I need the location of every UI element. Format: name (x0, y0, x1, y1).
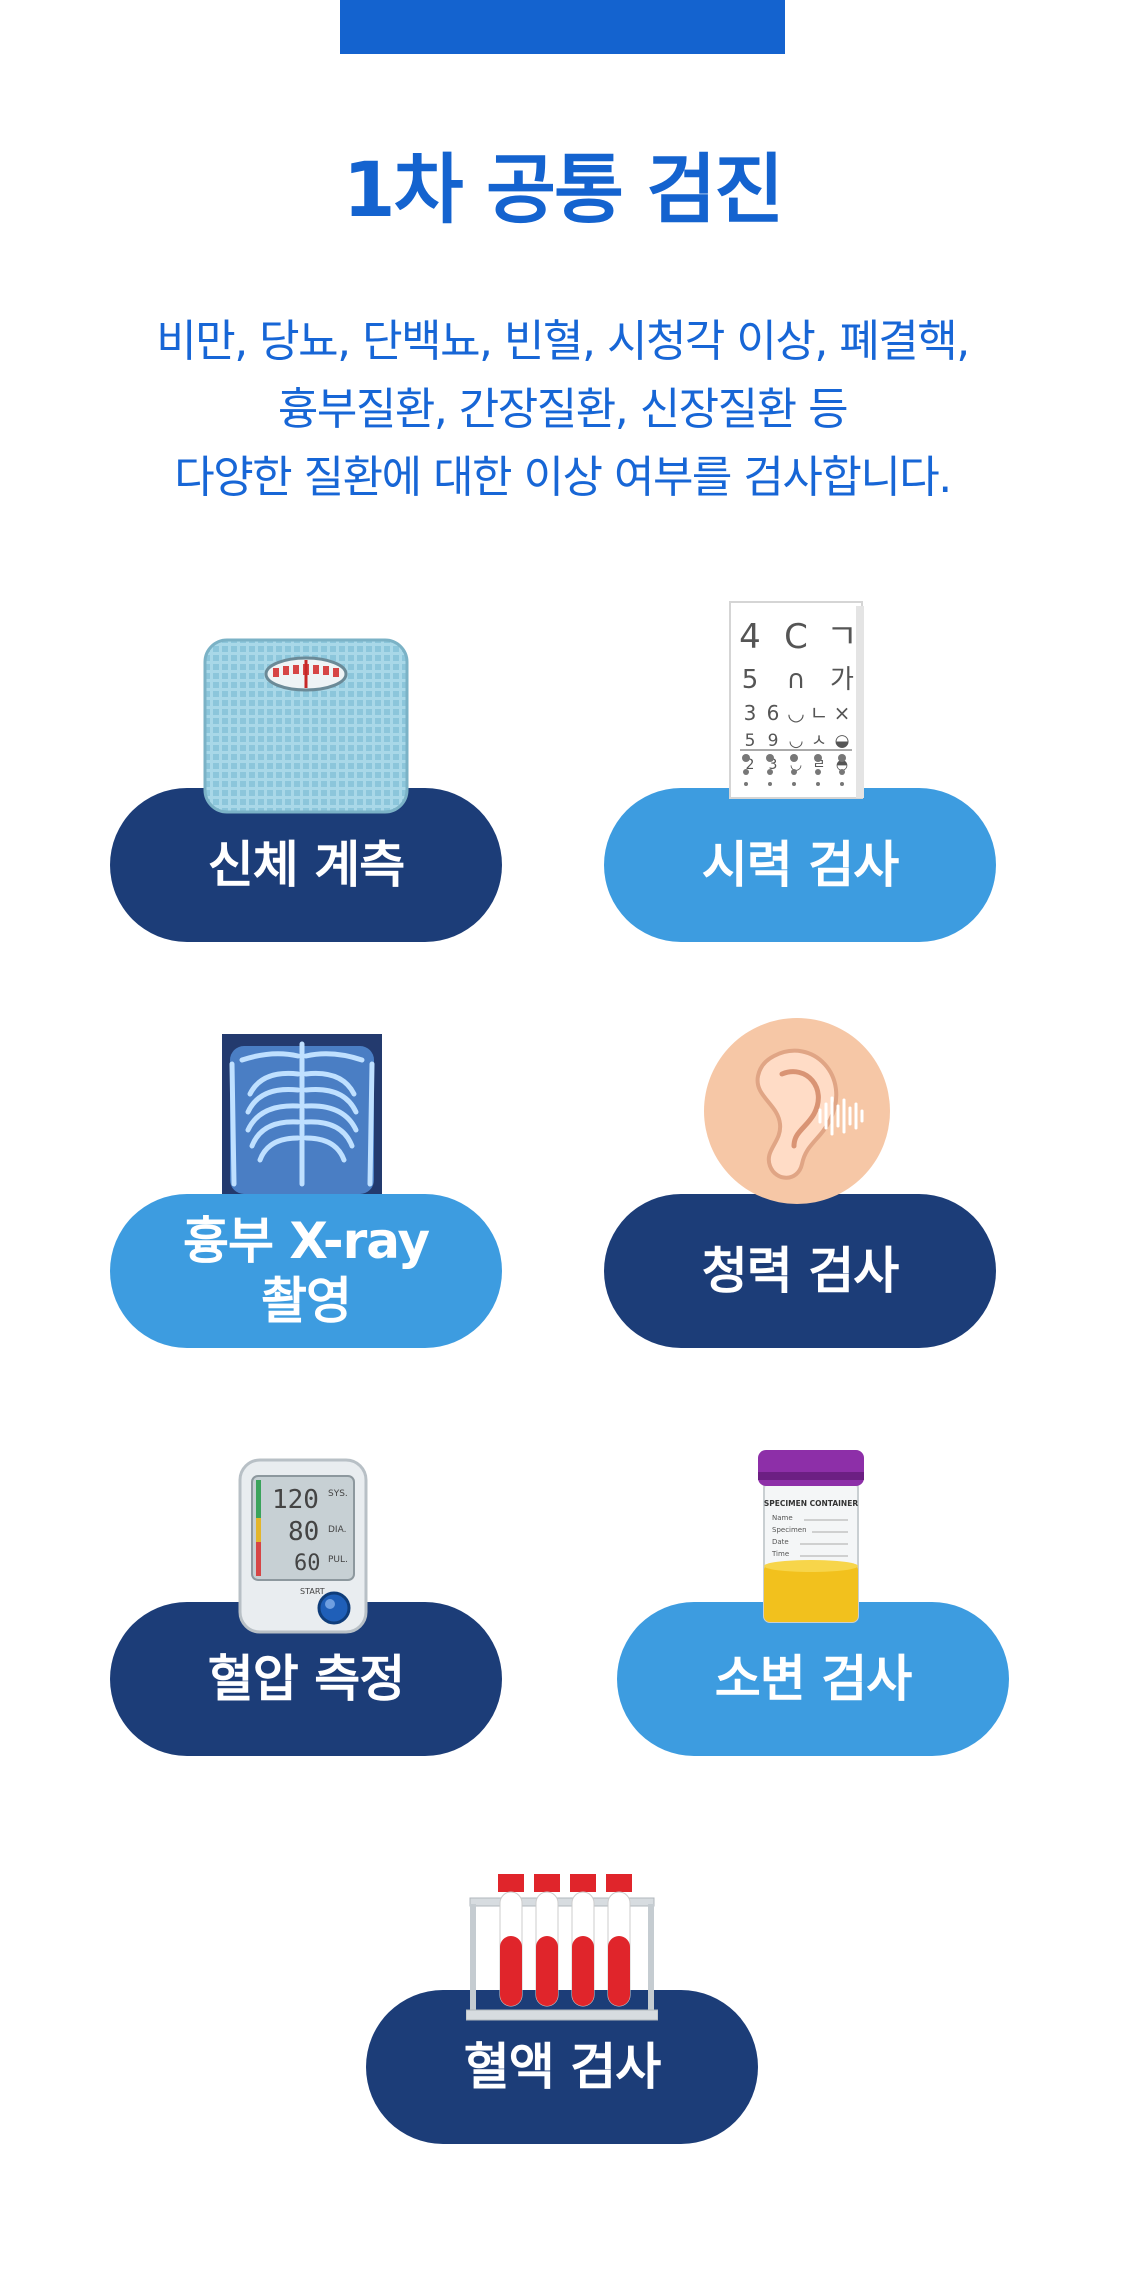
eye-chart-symbol: × (834, 701, 851, 725)
blood-test-label: 혈액 검사 (463, 2038, 661, 2096)
item-chest-xray[interactable]: 흉부 X-ray 촬영 (110, 1192, 502, 1348)
eye-chart-symbol: 5 (745, 731, 756, 751)
start-label: START (300, 1587, 325, 1596)
vision-test-label: 시력 검사 (701, 836, 899, 894)
blood-pressure-label: 혈압 측정 (207, 1650, 405, 1708)
chest-xray-label-pill[interactable]: 흉부 X-ray 촬영 (110, 1194, 502, 1348)
eye-chart-symbol: ◒ (835, 731, 850, 751)
pul-value: 60 (294, 1551, 321, 1576)
hearing-test-label: 청력 검사 (701, 1242, 899, 1300)
item-vision-test[interactable]: 시력 검사 (604, 786, 996, 942)
blood-test-tubes-icon (466, 1874, 658, 2021)
top-accent-bar (340, 0, 785, 54)
pul-label: PUL. (328, 1555, 348, 1565)
hearing-test-label-pill[interactable]: 청력 검사 (604, 1194, 996, 1348)
description-line: 다양한 질환에 대한 이상 여부를 검사합니다. (174, 452, 952, 503)
description-line: 비만, 당뇨, 단백뇨, 빈혈, 시청각 이상, 폐결핵, (156, 316, 970, 367)
eye-chart-symbol: ㄱ (826, 617, 857, 657)
eye-chart-symbol: 6 (767, 701, 780, 725)
blood-pressure-monitor-icon: 120 80 60 SYS. DIA. PUL. START (238, 1458, 368, 1634)
eye-chart-symbol: 3 (744, 701, 757, 725)
eye-chart-symbol: 4 (739, 617, 761, 657)
container-field: Specimen (772, 1526, 807, 1534)
chest-xray-label-line2: 촬영 (261, 1272, 352, 1330)
page-title: 1차 공통 검진 (342, 145, 784, 234)
eye-chart-symbol: ◡ (787, 701, 804, 725)
eye-chart-symbol: 5 (742, 665, 759, 695)
eye-chart-icon: 4 C ㄱ5 ∩ 가3 6 ◡ ㄴ ×5 9 ◡ ㅅ ◒2 3 ◡ ㄹ ◓ (729, 601, 864, 799)
eye-chart-symbol: ∩ (786, 665, 805, 695)
dia-value: 80 (288, 1517, 319, 1547)
container-title: SPECIMEN CONTAINER (764, 1499, 858, 1508)
body-measurement-label: 신체 계측 (207, 836, 405, 894)
container-field: Date (772, 1538, 789, 1546)
eye-chart-symbol: 9 (768, 731, 779, 751)
eye-chart-symbol: C (784, 617, 808, 657)
chest-xray-label-line1: 흉부 X-ray (182, 1212, 430, 1270)
eye-chart-symbol: ◡ (789, 731, 804, 751)
eye-chart-symbol: 가 (830, 665, 854, 695)
specimen-container-icon: SPECIMEN CONTAINER Name Specimen Date Ti… (758, 1450, 864, 1623)
ear-icon (704, 1018, 890, 1204)
item-hearing-test[interactable]: 청력 검사 (604, 1192, 996, 1348)
eye-chart-symbol: ㅅ (811, 731, 827, 751)
container-field: Name (772, 1514, 793, 1522)
scale-icon (203, 638, 409, 814)
description-line: 흉부질환, 간장질환, 신장질환 등 (277, 384, 849, 435)
chest-xray-icon (222, 1034, 382, 1194)
urine-test-label: 소변 검사 (714, 1650, 912, 1708)
sys-label: SYS. (328, 1489, 348, 1499)
sys-value: 120 (272, 1485, 319, 1515)
vision-test-label-pill[interactable]: 시력 검사 (604, 788, 996, 942)
description: 비만, 당뇨, 단백뇨, 빈혈, 시청각 이상, 폐결핵, 흉부질환, 간장질환… (60, 308, 1065, 512)
dia-label: DIA. (328, 1525, 346, 1535)
eye-chart-symbol: ㄴ (810, 701, 828, 725)
container-field: Time (771, 1550, 789, 1558)
